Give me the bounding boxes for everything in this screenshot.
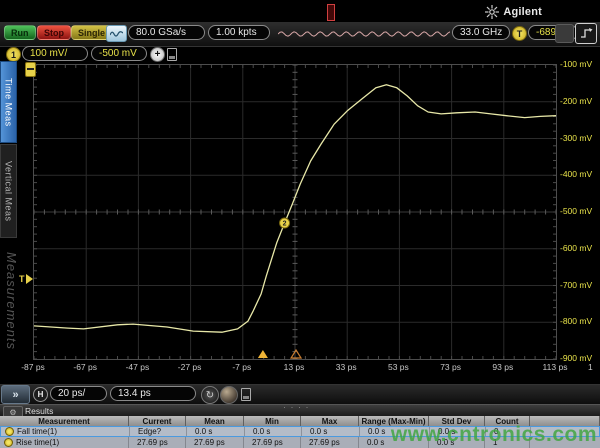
measurement-value: 27.69 ps bbox=[186, 437, 244, 448]
disabled-tool-button[interactable] bbox=[555, 24, 574, 43]
brand-name: Agilent bbox=[503, 6, 542, 18]
measurement-value: 27.69 ps bbox=[129, 437, 186, 448]
horizontal-badge[interactable]: H bbox=[33, 387, 48, 402]
preview-wave bbox=[278, 27, 450, 40]
run-button[interactable]: Run bbox=[4, 25, 36, 40]
waveform-grid[interactable]: 2 bbox=[33, 64, 557, 360]
timebase-field[interactable]: 20 ps/ bbox=[50, 386, 107, 401]
time-tick-label: 53 ps bbox=[388, 362, 409, 372]
panel-resize-handle[interactable]: · · · · bbox=[283, 402, 310, 412]
horizontal-position-field[interactable]: 13.4 ps bbox=[110, 386, 196, 401]
time-tick-label: -87 ps bbox=[21, 362, 45, 372]
voltage-tick-label: -500 mV bbox=[560, 206, 592, 216]
time-tick-label: 73 ps bbox=[440, 362, 461, 372]
column-header[interactable]: Min bbox=[244, 416, 301, 426]
watermark: www.cntronics.com bbox=[391, 423, 597, 447]
reset-position-button[interactable]: ↻ bbox=[201, 386, 219, 404]
time-tick-label: 33 ps bbox=[336, 362, 357, 372]
results-title: Results bbox=[25, 406, 53, 416]
display-icon[interactable] bbox=[167, 48, 177, 61]
column-header[interactable]: Mean bbox=[186, 416, 244, 426]
svg-text:2: 2 bbox=[283, 221, 287, 228]
tab-vertical-meas[interactable]: Vertical Meas bbox=[0, 144, 17, 238]
time-tick-label: -47 ps bbox=[126, 362, 150, 372]
memory-depth-field[interactable]: 1.00 kpts bbox=[208, 25, 270, 40]
measurement-value: 27.69 ps bbox=[244, 437, 301, 448]
display-icon-2[interactable] bbox=[241, 388, 251, 401]
stop-button[interactable]: Stop bbox=[37, 25, 71, 40]
channel-ground-marker[interactable] bbox=[25, 62, 36, 77]
brand-logo: Agilent bbox=[485, 5, 542, 19]
time-tick-label: -7 ps bbox=[232, 362, 251, 372]
column-header[interactable]: Current bbox=[129, 416, 186, 426]
bandwidth-field[interactable]: 33.0 GHz bbox=[452, 25, 510, 40]
measurement-name: Fall time(1) bbox=[1, 427, 130, 436]
channel-1-badge[interactable]: 1 bbox=[6, 47, 21, 62]
measurement-source-badge bbox=[4, 438, 13, 447]
voltage-tick-label: -400 mV bbox=[560, 169, 592, 179]
waveform-plot: 2 bbox=[34, 65, 556, 359]
measurement-value: 0.0 s bbox=[302, 427, 360, 436]
voltage-tick-label: -800 mV bbox=[560, 316, 592, 326]
time-axis: 1 -87 ps -67 ps -47 ps -27 ps -7 ps 13 ps 33 p… bbox=[0, 362, 600, 376]
expand-panel-button[interactable]: » bbox=[1, 385, 30, 404]
time-tick-label: -27 ps bbox=[178, 362, 202, 372]
trigger-marker-label: T bbox=[19, 274, 25, 284]
trigger-edge-button[interactable] bbox=[575, 23, 597, 44]
trigger-badge[interactable]: T bbox=[512, 26, 527, 41]
time-tick-label: 13 ps bbox=[284, 362, 305, 372]
navigation-sphere-button[interactable] bbox=[220, 386, 238, 404]
measurement-name: Rise time(1) bbox=[0, 437, 129, 448]
measurement-value: 0.0 s bbox=[245, 427, 302, 436]
measurement-value: 0.0 s bbox=[187, 427, 245, 436]
title-bar: Agilent bbox=[0, 0, 600, 22]
column-header[interactable]: Max bbox=[301, 416, 359, 426]
measurement-value: 27.69 ps bbox=[301, 437, 359, 448]
measurement-value: Edge? bbox=[130, 427, 187, 436]
tab-time-meas[interactable]: Time Meas bbox=[0, 61, 17, 143]
voltage-tick-label: -300 mV bbox=[560, 133, 592, 143]
voltage-tick-label: -200 mV bbox=[560, 96, 592, 106]
time-tick-label: 113 ps bbox=[543, 362, 568, 372]
channel-scale-field[interactable]: 100 mV/ bbox=[22, 46, 88, 61]
acquisition-preview-strip[interactable] bbox=[278, 27, 450, 40]
preview-position-marker[interactable] bbox=[327, 4, 335, 21]
oscilloscope-screen: Agilent Run Stop Single 80.0 GSa/s 1.00 … bbox=[0, 0, 600, 448]
time-tick-label: -67 ps bbox=[73, 362, 97, 372]
rising-edge-icon bbox=[580, 27, 593, 40]
scope-display-icon[interactable] bbox=[106, 25, 127, 42]
trigger-arrow-icon bbox=[26, 274, 33, 284]
voltage-tick-label: -700 mV bbox=[560, 280, 592, 290]
voltage-tick-label: -600 mV bbox=[560, 243, 592, 253]
column-header[interactable]: Measurement bbox=[0, 416, 129, 426]
channel-row: 1 100 mV/ -500 mV + bbox=[0, 46, 600, 62]
channel-offset-field[interactable]: -500 mV bbox=[91, 46, 147, 61]
trigger-level-marker[interactable]: T bbox=[19, 274, 33, 284]
wave-glyph-icon bbox=[110, 29, 123, 38]
time-tick-label: 93 ps bbox=[492, 362, 513, 372]
sample-rate-field[interactable]: 80.0 GSa/s bbox=[128, 25, 205, 40]
edge-marker-solid bbox=[258, 350, 268, 358]
sunburst-icon bbox=[485, 5, 499, 19]
add-channel-button[interactable]: + bbox=[150, 47, 165, 62]
corner-label: 1 bbox=[588, 362, 593, 372]
measurement-source-badge bbox=[5, 427, 14, 436]
